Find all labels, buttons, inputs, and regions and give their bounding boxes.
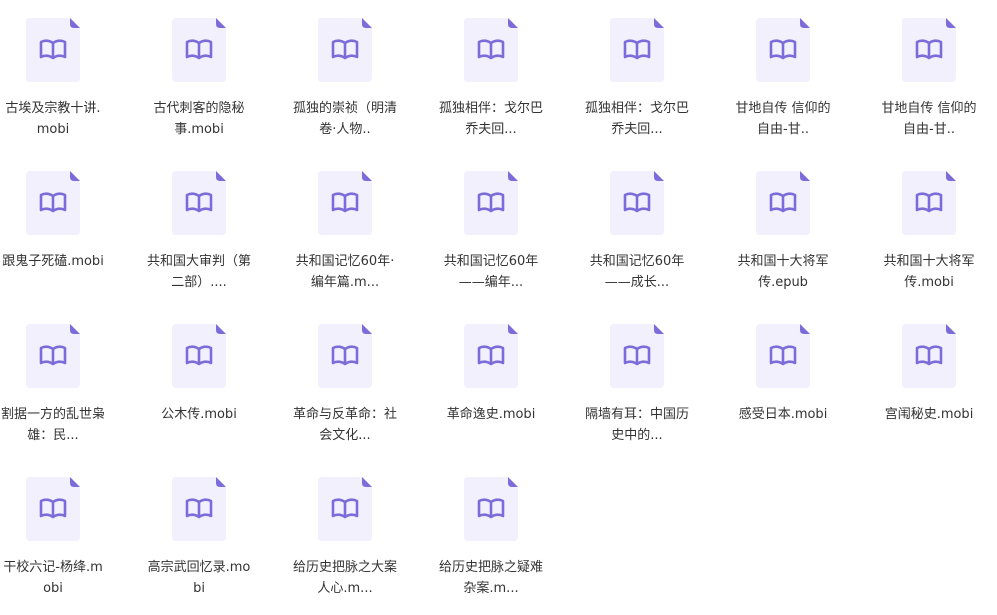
file-name-label: 孤独相伴：戈尔巴乔夫回... <box>438 101 543 137</box>
ebook-file-icon <box>902 171 956 235</box>
file-name-label: 高宗武回忆录.mobi <box>147 560 251 596</box>
ebook-file-icon <box>26 324 80 388</box>
file-name-label: 革命逸史.mobi <box>446 407 536 422</box>
ebook-file-icon <box>26 477 80 541</box>
ebook-file-icon <box>464 171 518 235</box>
file-name-label: 宫闱秘史.mobi <box>884 407 974 422</box>
file-name-label: 革命与反革命：社会文化... <box>292 407 397 443</box>
file-name-label: 共和国记忆60年·编年篇.m... <box>295 254 395 290</box>
file-name-label: 割据一方的乱世枭雄：民... <box>0 407 105 443</box>
file-name-label: 孤独相伴：戈尔巴乔夫回... <box>584 101 689 137</box>
ebook-file-icon <box>464 324 518 388</box>
ebook-file-icon <box>756 324 810 388</box>
ebook-file-icon <box>902 324 956 388</box>
file-grid: 古埃及宗教十讲.mobi 古代刺客的隐秘事.mobi 孤独的崇祯（明清卷·人物.. 孤… <box>0 0 997 615</box>
ebook-file-icon <box>318 171 372 235</box>
file-name-label: 感受日本.mobi <box>738 407 828 422</box>
file-name-label: 共和国大审判（第二部）.... <box>146 254 251 290</box>
ebook-file-icon <box>318 477 372 541</box>
file-name-label: 甘地自传 信仰的自由-甘.. <box>735 101 831 137</box>
file-name-label: 甘地自传 信仰的自由-甘.. <box>881 101 977 137</box>
ebook-file-icon <box>610 324 664 388</box>
ebook-file-icon <box>464 18 518 82</box>
ebook-file-icon <box>26 18 80 82</box>
file-name-label: 给历史把脉之疑难杂案.m... <box>438 560 543 596</box>
file-name-label: 跟鬼子死磕.mobi <box>2 254 104 269</box>
ebook-file-icon <box>172 324 226 388</box>
ebook-file-icon <box>318 18 372 82</box>
ebook-file-icon <box>610 171 664 235</box>
file-name-label: 共和国十大将军传.mobi <box>883 254 975 290</box>
file-name-label: 给历史把脉之大案人心.m... <box>292 560 397 596</box>
file-name-label: 孤独的崇祯（明清卷·人物.. <box>292 101 397 137</box>
file-name-label: 共和国十大将军传.epub <box>737 254 829 290</box>
ebook-file-icon <box>756 171 810 235</box>
file-name-label: 古代刺客的隐秘事.mobi <box>153 101 245 137</box>
ebook-file-icon <box>26 171 80 235</box>
ebook-file-icon <box>318 324 372 388</box>
file-name-label: 干校六记-杨绛.mobi <box>3 560 103 596</box>
ebook-file-icon <box>172 171 226 235</box>
file-name-label: 古埃及宗教十讲.mobi <box>5 101 101 137</box>
ebook-file-icon <box>172 477 226 541</box>
file-name-label: 公木传.mobi <box>161 407 237 422</box>
file-name-label: 隔墙有耳：中国历史中的... <box>584 407 689 443</box>
ebook-file-icon <box>172 18 226 82</box>
ebook-file-icon <box>902 18 956 82</box>
ebook-file-icon <box>464 477 518 541</box>
file-name-label: 共和国记忆60年——编年... <box>443 254 539 290</box>
ebook-file-icon <box>756 18 810 82</box>
file-name-label: 共和国记忆60年——成长... <box>589 254 685 290</box>
ebook-file-icon <box>610 18 664 82</box>
